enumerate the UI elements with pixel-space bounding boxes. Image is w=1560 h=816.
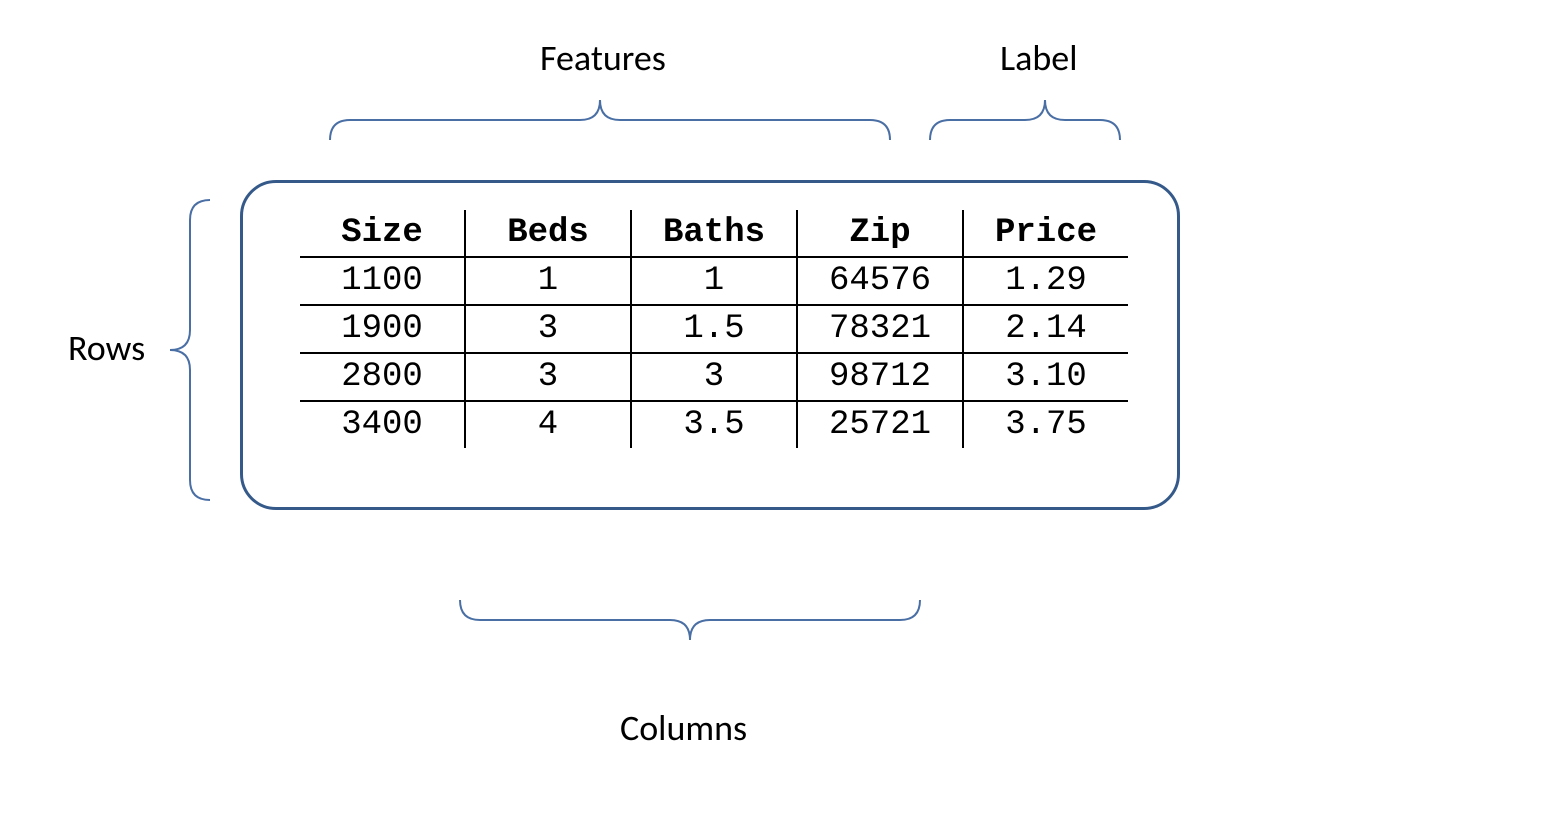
header-baths: Baths: [631, 210, 797, 257]
table-row: 3400 4 3.5 25721 3.75: [300, 401, 1128, 448]
cell: 4: [465, 401, 631, 448]
label-label: Label: [1000, 40, 1077, 76]
header-price: Price: [963, 210, 1128, 257]
header-beds: Beds: [465, 210, 631, 257]
rows-label: Rows: [68, 330, 145, 366]
cell: 1.29: [963, 257, 1128, 305]
header-size: Size: [300, 210, 465, 257]
cell: 2800: [300, 353, 465, 401]
table-header-row: Size Beds Baths Zip Price: [300, 210, 1128, 257]
cell: 78321: [797, 305, 963, 353]
columns-label: Columns: [620, 710, 747, 746]
cell: 1: [465, 257, 631, 305]
cell: 25721: [797, 401, 963, 448]
cell: 3.75: [963, 401, 1128, 448]
features-brace: [330, 100, 890, 140]
cell: 3.10: [963, 353, 1128, 401]
cell: 1100: [300, 257, 465, 305]
features-label: Features: [540, 40, 666, 76]
cell: 1.5: [631, 305, 797, 353]
cell: 98712: [797, 353, 963, 401]
cell: 64576: [797, 257, 963, 305]
cell: 3: [465, 353, 631, 401]
header-zip: Zip: [797, 210, 963, 257]
label-brace: [930, 100, 1120, 140]
cell: 1900: [300, 305, 465, 353]
diagram-canvas: Features Label Rows Columns Size Beds Ba…: [0, 0, 1560, 816]
cell: 3: [465, 305, 631, 353]
cell: 2.14: [963, 305, 1128, 353]
rows-brace: [170, 200, 210, 500]
columns-brace: [460, 600, 920, 640]
table-row: 1900 3 1.5 78321 2.14: [300, 305, 1128, 353]
cell: 3400: [300, 401, 465, 448]
cell: 3.5: [631, 401, 797, 448]
cell: 1: [631, 257, 797, 305]
table-row: 1100 1 1 64576 1.29: [300, 257, 1128, 305]
table-row: 2800 3 3 98712 3.10: [300, 353, 1128, 401]
data-table: Size Beds Baths Zip Price 1100 1 1 64576…: [300, 210, 1128, 448]
cell: 3: [631, 353, 797, 401]
